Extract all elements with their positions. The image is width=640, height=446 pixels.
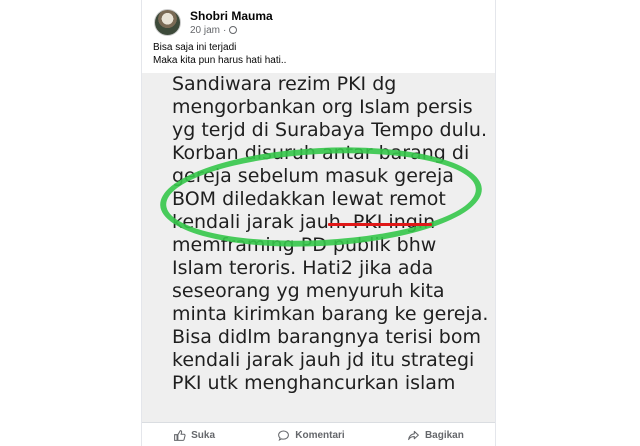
author-name[interactable]: Shobri Mauma	[190, 9, 273, 23]
post-caption: Bisa saja ini terjadi Maka kita pun haru…	[153, 41, 286, 67]
caption-line: Bisa saja ini terjadi	[153, 42, 237, 53]
divider	[142, 422, 495, 423]
share-label: Bagikan	[424, 429, 464, 441]
post-photo[interactable]: Sandiwara rezim PKI dg mengorbankan org …	[142, 73, 495, 422]
photo-text-line: minta kirimkan barang ke gereja.	[172, 303, 489, 325]
photo-text-line: Bisa didlm barangnya terisi bom	[172, 326, 481, 348]
comment-icon	[278, 430, 290, 441]
comment-button[interactable]: Komentari	[277, 429, 345, 442]
photo-text-line: mengorbankan org Islam persis	[172, 96, 473, 118]
avatar[interactable]	[154, 8, 181, 36]
action-bar: Suka Komentari Bagikan	[142, 424, 495, 446]
post-time[interactable]: 20 jam	[190, 25, 220, 36]
globe-icon	[229, 26, 238, 34]
photo-text-line: PKI utk menghancurkan islam	[172, 372, 456, 394]
photo-text-line: seseorang yg menyuruh kita	[172, 280, 445, 302]
comment-label: Komentari	[295, 429, 345, 441]
share-button[interactable]: Bagikan	[407, 429, 464, 442]
photo-text-line: yg terjd di Surabaya Tempo dulu.	[172, 119, 488, 141]
photo-text-line: kendali jarak jauh jd itu strategi	[172, 349, 475, 371]
post-header: Shobri Mauma 20 jam ·	[154, 6, 273, 38]
like-button[interactable]: Suka	[173, 429, 215, 442]
post-card: Shobri Mauma 20 jam · Bisa saja ini terj…	[141, 0, 496, 446]
red-underline-annotation	[328, 223, 432, 226]
caption-line: Maka kita pun harus hati hati..	[153, 55, 287, 66]
like-label: Suka	[191, 429, 216, 441]
post-subline: 20 jam ·	[190, 25, 273, 36]
thumbs-up-icon	[174, 429, 186, 441]
photo-text-line: Sandiwara rezim PKI dg	[172, 73, 397, 95]
post-meta: Shobri Mauma 20 jam ·	[190, 9, 273, 36]
share-icon	[408, 430, 419, 440]
separator: ·	[223, 24, 227, 36]
photo-text-line: Islam teroris. Hati2 jika ada	[172, 257, 434, 279]
